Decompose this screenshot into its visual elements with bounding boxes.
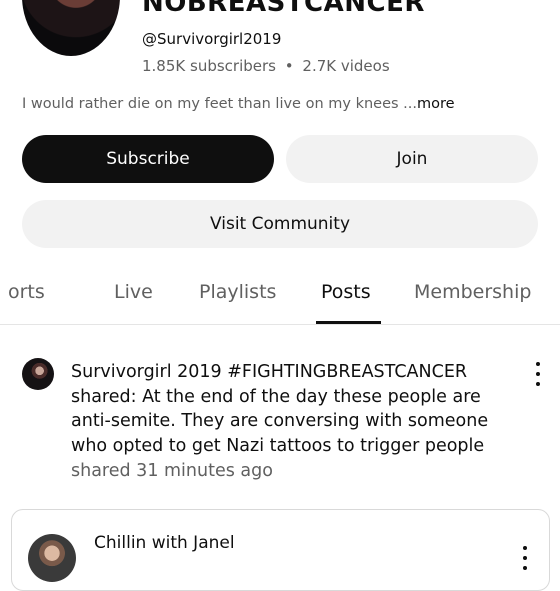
shared-post-card[interactable] — [11, 509, 550, 591]
tab-live[interactable]: Live — [114, 281, 153, 303]
channel-description[interactable]: I would rather die on my feet than live … — [22, 96, 455, 112]
tab-shorts[interactable]: orts — [8, 281, 45, 303]
tab-posts[interactable]: Posts — [321, 281, 371, 303]
shared-author-avatar[interactable] — [28, 534, 76, 582]
join-button[interactable]: Join — [286, 135, 538, 183]
tabs-divider — [0, 324, 560, 325]
channel-avatar[interactable] — [22, 0, 120, 56]
post-text: Survivorgirl 2019 #FIGHTINGBREASTCANCER … — [71, 362, 489, 456]
video-count: 2.7K videos — [302, 57, 390, 75]
shared-author-name[interactable]: Chillin with Janel — [94, 533, 235, 553]
more-vert-icon[interactable] — [520, 546, 530, 570]
tab-playlists[interactable]: Playlists — [199, 281, 276, 303]
subscribe-button[interactable]: Subscribe — [22, 135, 274, 183]
subscriber-count: 1.85K subscribers — [142, 57, 276, 75]
stats-separator: • — [284, 57, 294, 75]
post-timestamp: shared 31 minutes ago — [71, 461, 273, 481]
post-author-avatar[interactable] — [22, 358, 54, 390]
visit-community-button[interactable]: Visit Community — [22, 200, 538, 248]
channel-handle: @Survivorgirl2019 — [142, 30, 282, 48]
tab-membership[interactable]: Membership — [414, 281, 531, 303]
more-vert-icon[interactable] — [533, 362, 543, 386]
more-link[interactable]: more — [417, 96, 455, 112]
channel-title: NOBREASTCANCER — [142, 0, 425, 18]
description-text: I would rather die on my feet than live … — [22, 96, 417, 112]
channel-stats: 1.85K subscribers • 2.7K videos — [142, 57, 390, 75]
